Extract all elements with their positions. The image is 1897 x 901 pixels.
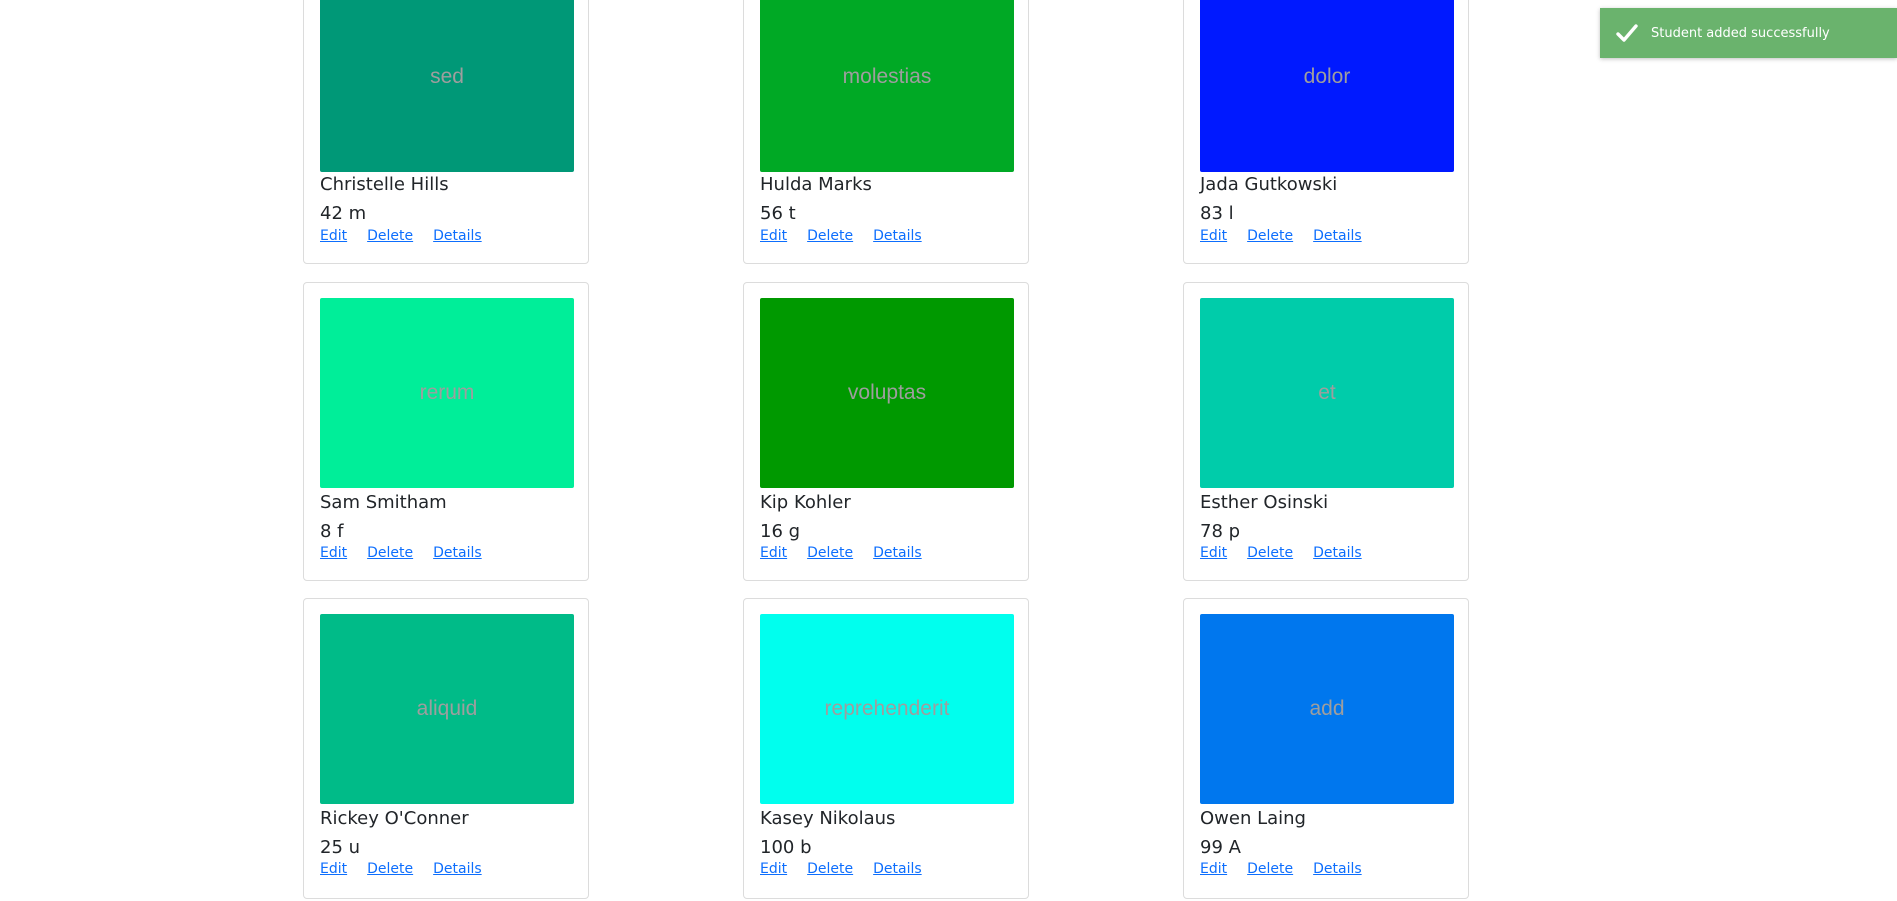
student-name: Christelle Hills <box>320 174 449 195</box>
delete-link[interactable]: Delete <box>367 861 413 877</box>
details-link[interactable]: Details <box>1313 861 1362 877</box>
student-image-placeholder: reprehenderit <box>760 614 1014 804</box>
delete-link[interactable]: Delete <box>367 545 413 561</box>
card-actions: Edit Delete Details <box>1200 545 1362 561</box>
student-list-page: sed Christelle Hills 42 m Edit Delete De… <box>0 0 1897 901</box>
student-meta: 83 l <box>1200 203 1234 224</box>
student-image-placeholder: dolor <box>1200 0 1454 172</box>
card-actions: Edit Delete Details <box>320 545 482 561</box>
student-image-placeholder: add <box>1200 614 1454 804</box>
details-link[interactable]: Details <box>873 861 922 877</box>
student-image-placeholder: sed <box>320 0 574 172</box>
student-card: add Owen Laing 99 A Edit Delete Details <box>1183 598 1469 899</box>
details-link[interactable]: Details <box>433 545 482 561</box>
student-meta: 99 A <box>1200 837 1241 858</box>
card-actions: Edit Delete Details <box>1200 228 1362 244</box>
student-card: et Esther Osinski 78 p Edit Delete Detai… <box>1183 282 1469 581</box>
edit-link[interactable]: Edit <box>1200 861 1227 877</box>
edit-link[interactable]: Edit <box>320 861 347 877</box>
student-meta: 16 g <box>760 521 801 542</box>
edit-link[interactable]: Edit <box>760 228 787 244</box>
edit-link[interactable]: Edit <box>1200 545 1227 561</box>
details-link[interactable]: Details <box>873 228 922 244</box>
student-image-placeholder: et <box>1200 298 1454 488</box>
edit-link[interactable]: Edit <box>760 545 787 561</box>
student-meta: 8 f <box>320 521 344 542</box>
delete-link[interactable]: Delete <box>807 861 853 877</box>
edit-link[interactable]: Edit <box>320 545 347 561</box>
student-name: Hulda Marks <box>760 174 872 195</box>
edit-link[interactable]: Edit <box>760 861 787 877</box>
toast-message: Student added successfully <box>1651 25 1830 41</box>
student-card: reprehenderit Kasey Nikolaus 100 b Edit … <box>743 598 1029 899</box>
student-image-placeholder: aliquid <box>320 614 574 804</box>
student-card: aliquid Rickey O'Conner 25 u Edit Delete… <box>303 598 589 899</box>
student-card: molestias Hulda Marks 56 t Edit Delete D… <box>743 0 1029 264</box>
details-link[interactable]: Details <box>1313 228 1362 244</box>
student-meta: 78 p <box>1200 521 1241 542</box>
student-name: Rickey O'Conner <box>320 808 469 829</box>
student-meta: 56 t <box>760 203 796 224</box>
card-actions: Edit Delete Details <box>320 228 482 244</box>
details-link[interactable]: Details <box>1313 545 1362 561</box>
edit-link[interactable]: Edit <box>320 228 347 244</box>
delete-link[interactable]: Delete <box>1247 861 1293 877</box>
check-icon <box>1615 21 1639 45</box>
card-actions: Edit Delete Details <box>760 545 922 561</box>
delete-link[interactable]: Delete <box>367 228 413 244</box>
student-image-placeholder: voluptas <box>760 298 1014 488</box>
details-link[interactable]: Details <box>433 861 482 877</box>
edit-link[interactable]: Edit <box>1200 228 1227 244</box>
student-name: Owen Laing <box>1200 808 1306 829</box>
student-meta: 25 u <box>320 837 361 858</box>
student-card: dolor Jada Gutkowski 83 l Edit Delete De… <box>1183 0 1469 264</box>
student-name: Jada Gutkowski <box>1200 174 1338 195</box>
card-actions: Edit Delete Details <box>760 228 922 244</box>
card-actions: Edit Delete Details <box>760 861 922 877</box>
card-actions: Edit Delete Details <box>1200 861 1362 877</box>
delete-link[interactable]: Delete <box>1247 228 1293 244</box>
delete-link[interactable]: Delete <box>807 228 853 244</box>
student-name: Kip Kohler <box>760 492 851 513</box>
student-name: Kasey Nikolaus <box>760 808 896 829</box>
delete-link[interactable]: Delete <box>807 545 853 561</box>
details-link[interactable]: Details <box>873 545 922 561</box>
details-link[interactable]: Details <box>433 228 482 244</box>
student-meta: 42 m <box>320 203 367 224</box>
student-card: sed Christelle Hills 42 m Edit Delete De… <box>303 0 589 264</box>
success-toast[interactable]: Student added successfully <box>1600 8 1897 58</box>
student-card: rerum Sam Smitham 8 f Edit Delete Detail… <box>303 282 589 581</box>
student-name: Sam Smitham <box>320 492 447 513</box>
student-name: Esther Osinski <box>1200 492 1329 513</box>
student-meta: 100 b <box>760 837 812 858</box>
student-image-placeholder: rerum <box>320 298 574 488</box>
student-card: voluptas Kip Kohler 16 g Edit Delete Det… <box>743 282 1029 581</box>
student-image-placeholder: molestias <box>760 0 1014 172</box>
card-actions: Edit Delete Details <box>320 861 482 877</box>
delete-link[interactable]: Delete <box>1247 545 1293 561</box>
